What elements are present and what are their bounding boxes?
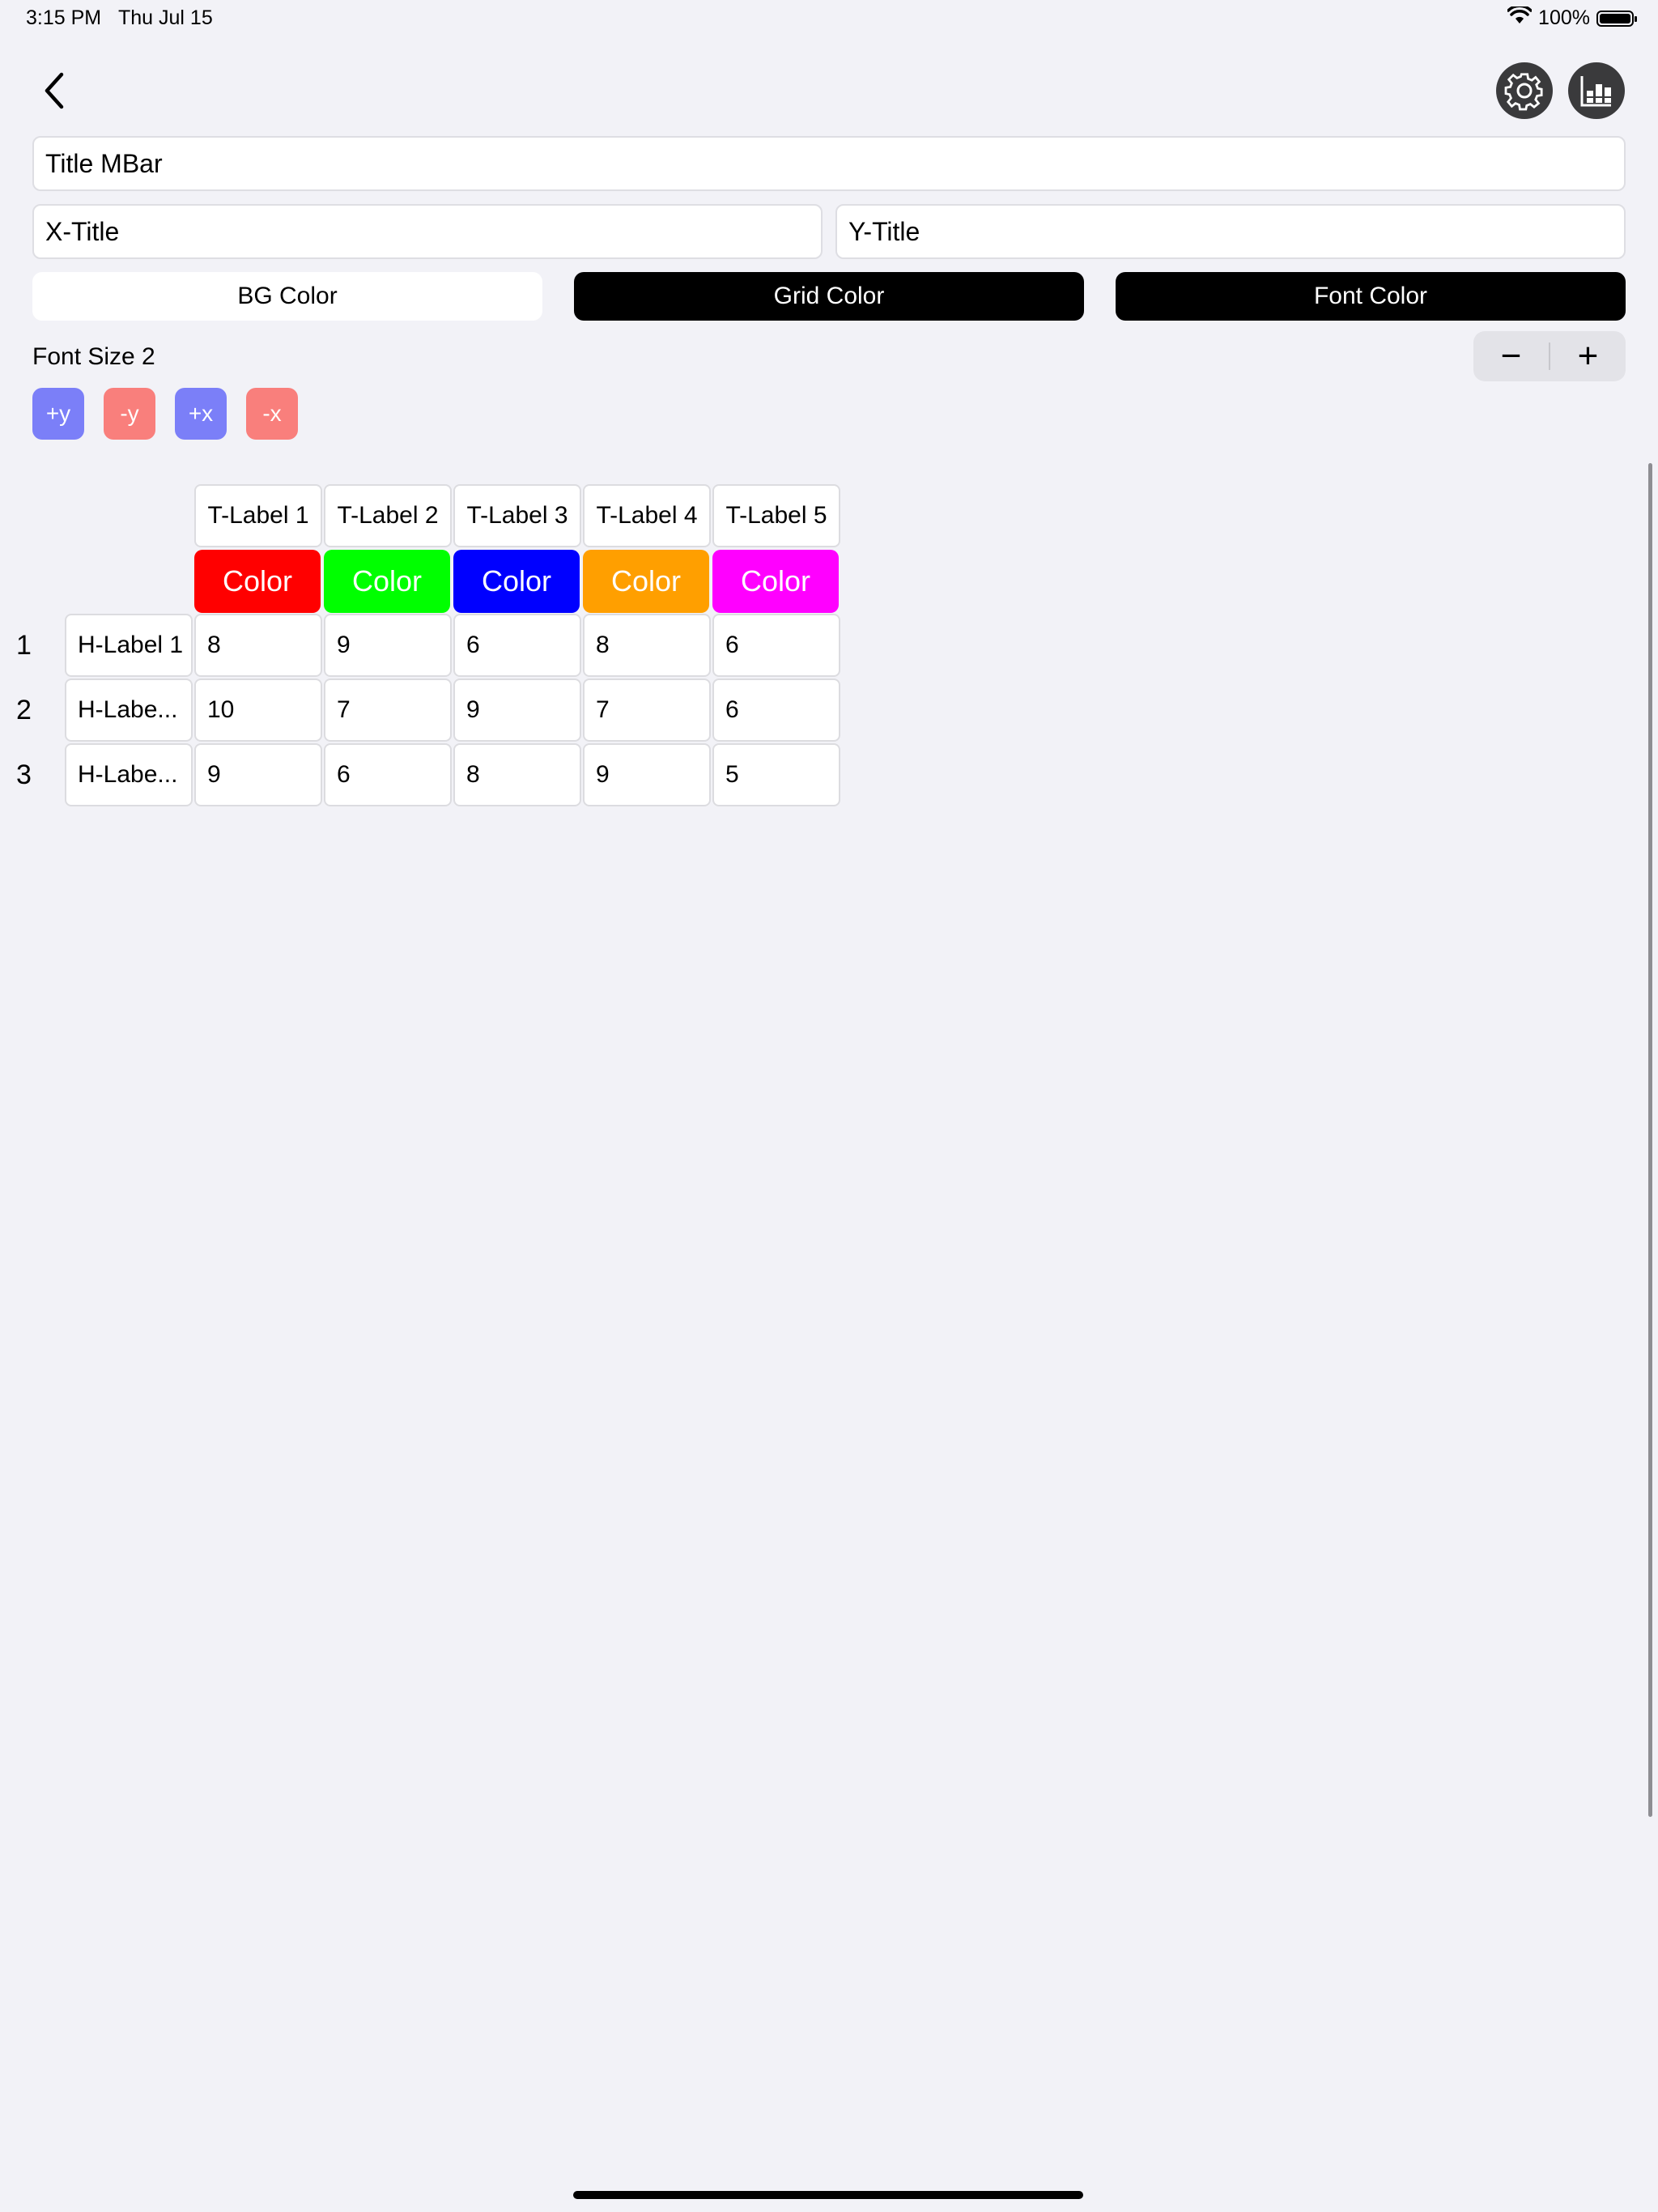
row-label-input[interactable]: H-Labe...: [65, 678, 193, 742]
row-number: 2: [16, 695, 32, 725]
add-column-button[interactable]: +x: [175, 388, 227, 440]
status-indicators: 100%: [1507, 4, 1637, 30]
row-number: 3: [16, 759, 32, 790]
value-cell[interactable]: 8: [453, 743, 581, 806]
row-label-input[interactable]: H-Labe...: [65, 743, 193, 806]
column-color-button[interactable]: Color: [453, 550, 580, 613]
chart-title-input[interactable]: [32, 136, 1626, 191]
value-cell[interactable]: 7: [324, 678, 452, 742]
column-color-button[interactable]: Color: [194, 550, 321, 613]
value-cell[interactable]: 6: [453, 614, 581, 677]
remove-column-button[interactable]: -x: [246, 388, 298, 440]
column-color-button[interactable]: Color: [583, 550, 709, 613]
value-cell[interactable]: 8: [194, 614, 322, 677]
scroll-indicator[interactable]: [1648, 463, 1652, 1817]
row-label-input[interactable]: H-Label 1: [65, 614, 193, 677]
chart-view-button[interactable]: [1568, 62, 1625, 119]
status-time: 3:15 PM: [26, 6, 102, 29]
column-label-input[interactable]: T-Label 1: [194, 484, 322, 547]
wifi-icon: [1507, 4, 1533, 30]
bg-color-button[interactable]: BG Color: [32, 272, 542, 321]
value-cell[interactable]: 9: [453, 678, 581, 742]
font-size-stepper[interactable]: − +: [1473, 331, 1626, 381]
value-cell[interactable]: 9: [194, 743, 322, 806]
value-cell[interactable]: 6: [712, 614, 840, 677]
chevron-left-icon: [45, 72, 64, 109]
column-label-input[interactable]: T-Label 5: [712, 484, 840, 547]
increment-button[interactable]: +: [1550, 331, 1626, 381]
grid-color-button[interactable]: Grid Color: [574, 272, 1084, 321]
value-cell[interactable]: 6: [324, 743, 452, 806]
remove-row-button[interactable]: -y: [104, 388, 155, 440]
column-color-button[interactable]: Color: [712, 550, 839, 613]
x-title-input[interactable]: [32, 204, 823, 259]
gear-icon: [1504, 73, 1543, 111]
settings-button[interactable]: [1496, 62, 1553, 119]
value-cell[interactable]: 8: [583, 614, 711, 677]
column-color-button[interactable]: Color: [324, 550, 450, 613]
bar-chart-icon: [1580, 76, 1611, 107]
row-number: 1: [16, 630, 32, 661]
font-size-label: Font Size 2: [32, 343, 155, 370]
back-button[interactable]: [37, 68, 73, 113]
y-title-input[interactable]: [835, 204, 1626, 259]
column-label-input[interactable]: T-Label 2: [324, 484, 452, 547]
status-date: Thu Jul 15: [118, 6, 213, 29]
value-cell[interactable]: 7: [583, 678, 711, 742]
add-row-button[interactable]: +y: [32, 388, 84, 440]
home-indicator[interactable]: [573, 2191, 1083, 2199]
value-cell[interactable]: 5: [712, 743, 840, 806]
column-label-input[interactable]: T-Label 4: [583, 484, 711, 547]
value-cell[interactable]: 9: [324, 614, 452, 677]
value-cell[interactable]: 6: [712, 678, 840, 742]
value-cell[interactable]: 9: [583, 743, 711, 806]
column-label-input[interactable]: T-Label 3: [453, 484, 581, 547]
decrement-button[interactable]: −: [1473, 331, 1549, 381]
font-color-button[interactable]: Font Color: [1116, 272, 1626, 321]
battery-percent: 100%: [1538, 6, 1590, 29]
battery-icon: [1596, 10, 1637, 27]
value-cell[interactable]: 10: [194, 678, 322, 742]
